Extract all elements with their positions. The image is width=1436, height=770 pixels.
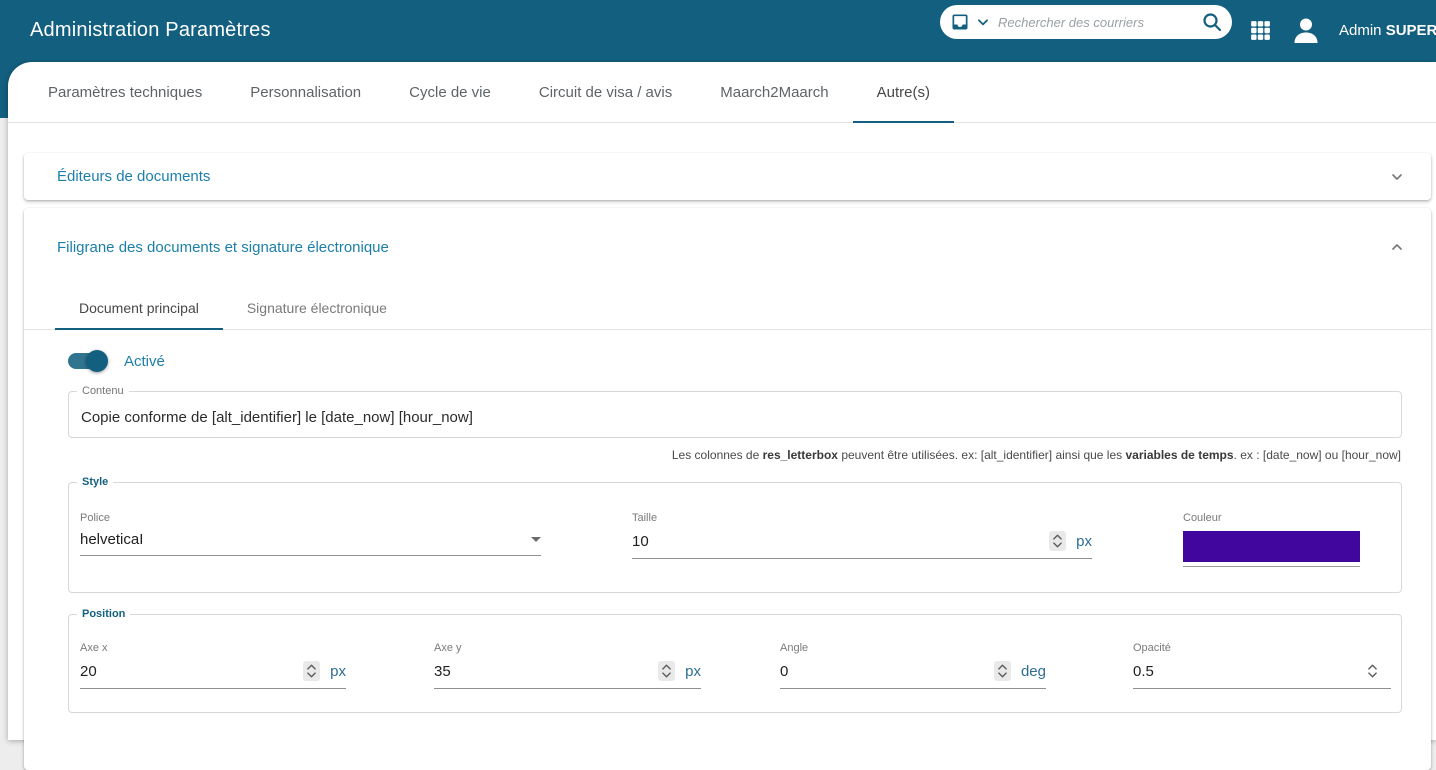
- number-stepper[interactable]: [303, 661, 320, 681]
- police-value[interactable]: [80, 531, 523, 548]
- axe-y-input[interactable]: [434, 663, 658, 680]
- subtab-signature-electronique[interactable]: Signature électronique: [223, 287, 411, 329]
- user-menu[interactable]: Admin SUPER: [1339, 22, 1436, 39]
- couleur-label: Couleur: [1183, 512, 1360, 524]
- position-legend: Position: [77, 608, 130, 620]
- tab-parametres-techniques[interactable]: Paramètres techniques: [24, 62, 226, 122]
- search-icon[interactable]: [1200, 10, 1224, 34]
- angle-field: deg: [780, 661, 1046, 689]
- axe-y-label: Axe y: [434, 642, 701, 654]
- number-stepper[interactable]: [658, 661, 675, 681]
- search-input[interactable]: [998, 15, 1200, 30]
- angle-input[interactable]: [780, 663, 994, 680]
- watermark-enable-row: Activé: [68, 348, 165, 374]
- taille-label: Taille: [632, 512, 1092, 524]
- subtab-document-principal[interactable]: Document principal: [55, 287, 223, 329]
- search-bar[interactable]: [940, 5, 1232, 39]
- taille-unit: px: [1076, 533, 1092, 550]
- tab-maarch2maarch[interactable]: Maarch2Maarch: [696, 62, 852, 122]
- style-legend: Style: [77, 476, 113, 488]
- tab-personnalisation[interactable]: Personnalisation: [226, 62, 385, 122]
- number-stepper[interactable]: [994, 661, 1011, 681]
- police-select[interactable]: [80, 531, 541, 556]
- content-card: Paramètres techniques Personnalisation C…: [8, 62, 1436, 740]
- tab-autres[interactable]: Autre(s): [853, 62, 954, 122]
- style-group: Style Police Taille px: [68, 476, 1402, 593]
- opacite-input[interactable]: [1133, 663, 1364, 680]
- chevron-up-icon[interactable]: [1389, 239, 1405, 260]
- user-last-name: SUPER: [1386, 22, 1436, 39]
- position-group: Position Axe x px Axe y: [68, 608, 1402, 713]
- app-header: Administration Paramètres Admin SUPER: [0, 0, 1436, 60]
- axe-y-unit: px: [685, 663, 701, 680]
- taille-field: px: [632, 531, 1092, 559]
- tab-circuit-visa-avis[interactable]: Circuit de visa / avis: [515, 62, 696, 122]
- accordion-editeurs-documents[interactable]: Éditeurs de documents: [24, 153, 1431, 200]
- inbox-icon[interactable]: [950, 12, 970, 32]
- accordion-title[interactable]: Filigrane des documents et signature éle…: [57, 239, 389, 256]
- toggle-label: Activé: [124, 353, 165, 370]
- user-avatar-icon[interactable]: [1291, 15, 1321, 45]
- axe-x-unit: px: [330, 663, 346, 680]
- axe-y-field: px: [434, 661, 701, 689]
- axe-x-field: px: [80, 661, 346, 689]
- active-subtab-inkbar: [55, 328, 223, 330]
- toggle-thumb[interactable]: [86, 350, 108, 372]
- couleur-swatch[interactable]: [1183, 531, 1360, 562]
- axe-x-label: Axe x: [80, 642, 346, 654]
- watermark-enabled-toggle[interactable]: [68, 353, 106, 369]
- contenu-label: Contenu: [77, 385, 129, 397]
- opacite-label: Opacité: [1133, 642, 1391, 654]
- opacite-field: [1133, 661, 1391, 689]
- contenu-input[interactable]: [81, 409, 1389, 426]
- apps-grid-icon[interactable]: [1248, 18, 1273, 43]
- active-tab-inkbar: [853, 121, 954, 123]
- accordion-title: Éditeurs de documents: [57, 153, 210, 200]
- page-title: Administration Paramètres: [30, 0, 271, 60]
- select-arrow-icon[interactable]: [531, 537, 541, 542]
- couleur-underline: [1183, 566, 1360, 567]
- angle-label: Angle: [780, 642, 1046, 654]
- axe-x-input[interactable]: [80, 663, 303, 680]
- tab-cycle-de-vie[interactable]: Cycle de vie: [385, 62, 515, 122]
- accordion-filigrane: Filigrane des documents et signature éle…: [24, 208, 1431, 770]
- police-label: Police: [80, 512, 541, 524]
- chevron-down-icon: [1389, 169, 1405, 190]
- taille-input[interactable]: [632, 533, 1049, 550]
- contenu-field: Contenu: [68, 385, 1402, 438]
- number-stepper[interactable]: [1364, 661, 1381, 681]
- admin-tabbar: Paramètres techniques Personnalisation C…: [8, 62, 1436, 123]
- user-first-name: Admin: [1339, 22, 1382, 39]
- contenu-hint: Les colonnes de res_letterbox peuvent êt…: [68, 448, 1401, 462]
- watermark-subtabs: Document principal Signature électroniqu…: [24, 287, 1431, 330]
- angle-unit: deg: [1021, 663, 1046, 680]
- number-stepper[interactable]: [1049, 531, 1066, 551]
- chevron-down-icon[interactable]: [976, 15, 990, 29]
